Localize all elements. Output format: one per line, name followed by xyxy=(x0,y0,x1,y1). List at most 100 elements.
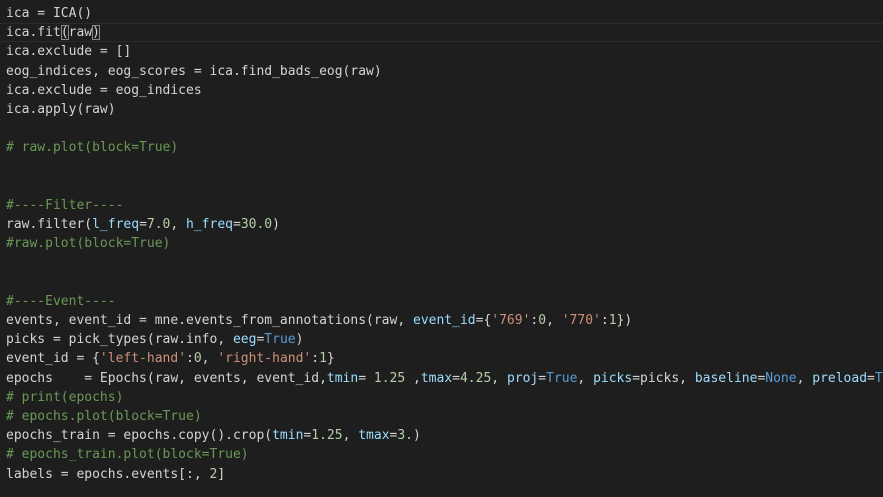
comment-text: #----Event---- xyxy=(6,293,116,309)
keyword-argument: baseline xyxy=(694,370,758,386)
keyword-argument: tmin xyxy=(326,370,359,386)
keyword-argument: tmin xyxy=(272,428,304,444)
code-text: events, event_id = mne.events_from_annot… xyxy=(6,313,413,328)
constant-literal: True xyxy=(264,332,296,348)
comment-line[interactable]: #----Event---- xyxy=(0,292,883,311)
blank-line[interactable] xyxy=(0,273,883,292)
code-text: : xyxy=(600,313,609,328)
string-literal: 'left-hand' xyxy=(99,351,187,367)
number-literal: 1 xyxy=(608,313,617,328)
code-text: }) xyxy=(616,313,633,328)
comment-line[interactable]: #----Filter---- xyxy=(0,196,883,215)
code-text: raw xyxy=(68,25,93,41)
code-text: : xyxy=(311,351,320,367)
code-line[interactable]: ica.exclude = eog_indices xyxy=(0,81,883,100)
blank-line[interactable] xyxy=(0,158,883,177)
code-line[interactable]: ica.apply(raw) xyxy=(0,100,883,119)
code-text: ica = ICA() xyxy=(6,6,93,21)
comment-line[interactable]: #raw.plot(block=True) xyxy=(0,234,883,253)
code-text: ica.exclude = [] xyxy=(6,44,132,60)
keyword-argument: eeg xyxy=(232,332,257,348)
code-text: ica.fit xyxy=(6,25,61,41)
code-text: , xyxy=(201,351,218,367)
code-line[interactable]: ica.exclude = [] xyxy=(0,42,883,61)
code-text: = xyxy=(139,217,147,233)
code-text: ica.exclude = eog_indices xyxy=(6,82,202,98)
constant-literal: None xyxy=(765,370,797,386)
code-text: , xyxy=(405,370,421,386)
code-text: = xyxy=(358,370,374,386)
code-editor[interactable]: ica = ICA() ica.fit(raw) ica.exclude = [] e… xyxy=(0,0,883,497)
code-text: ica.apply(raw) xyxy=(6,101,116,117)
comment-line[interactable]: # epochs_train.plot(block=True) xyxy=(0,445,883,464)
code-line[interactable]: event_id = {'left-hand':0, 'right-hand':… xyxy=(0,349,883,368)
code-text: = xyxy=(233,217,241,233)
matched-bracket: ) xyxy=(92,25,100,41)
code-text: raw.filter( xyxy=(6,217,93,233)
keyword-argument: proj xyxy=(506,370,539,386)
keyword-argument: picks xyxy=(593,370,633,386)
constant-literal: True xyxy=(546,370,578,386)
code-text: , xyxy=(170,217,187,233)
code-line[interactable]: labels = epochs.events[:, 2] xyxy=(0,465,883,484)
code-text: epochs_train = epochs.copy().crop( xyxy=(6,428,273,444)
keyword-argument: preload xyxy=(812,370,868,386)
blank-line[interactable] xyxy=(0,253,883,272)
number-literal: 0 xyxy=(193,351,202,367)
comment-line[interactable]: # epochs.plot(block=True) xyxy=(0,407,883,426)
number-literal: 30.0 xyxy=(240,217,273,233)
keyword-argument: event_id xyxy=(413,313,476,328)
code-text: } xyxy=(326,351,335,367)
number-literal: 1.25 xyxy=(373,370,406,386)
string-literal: 'right-hand' xyxy=(217,351,312,367)
blank-line[interactable] xyxy=(0,119,883,138)
comment-text: # raw.plot(block=True) xyxy=(6,140,179,156)
comment-text: # print(epochs) xyxy=(6,389,124,405)
comment-line[interactable]: # raw.plot(block=True) xyxy=(0,138,883,157)
code-text: = xyxy=(452,370,460,386)
string-literal: '770' xyxy=(561,313,601,328)
blank-line[interactable] xyxy=(0,177,883,196)
code-line[interactable]: epochs = Epochs(raw, events, event_id,tm… xyxy=(0,369,883,388)
constant-literal: True xyxy=(874,370,883,386)
number-literal: 7.0 xyxy=(146,217,171,233)
code-text: , xyxy=(796,370,813,386)
code-text: , xyxy=(546,313,562,328)
code-lines[interactable]: ica = ICA() ica.fit(raw) ica.exclude = [] e… xyxy=(0,4,883,484)
code-text: , xyxy=(342,428,359,444)
keyword-argument: l_freq xyxy=(92,217,140,233)
number-literal: 1.25 xyxy=(311,428,343,444)
code-text: labels = epochs.events[:, xyxy=(6,466,210,482)
comment-text: #raw.plot(block=True) xyxy=(6,236,171,252)
code-text: ) xyxy=(272,217,280,233)
code-line[interactable]: picks = pick_types(raw.info, eeg=True) xyxy=(0,330,883,349)
code-text: ] xyxy=(217,466,226,482)
keyword-argument: h_freq xyxy=(186,217,233,233)
code-text: =picks, xyxy=(632,370,695,386)
string-literal: '769' xyxy=(491,313,531,328)
code-text: , xyxy=(491,370,507,386)
number-literal: 4.25 xyxy=(459,370,492,386)
code-text: = xyxy=(538,370,547,386)
comment-line[interactable]: # print(epochs) xyxy=(0,388,883,407)
code-text: ) xyxy=(413,428,421,444)
code-line[interactable]: ica.fit(raw) xyxy=(0,23,883,43)
code-line[interactable]: eog_indices, eog_scores = ica.find_bads_… xyxy=(0,62,883,81)
comment-text: # epochs_train.plot(block=True) xyxy=(6,447,249,463)
code-text: eog_indices, eog_scores = ica.find_bads_… xyxy=(6,63,382,79)
number-literal: 3. xyxy=(397,428,414,444)
code-line[interactable]: ica = ICA() xyxy=(0,4,883,23)
keyword-argument: tmax xyxy=(358,428,390,444)
code-text: , xyxy=(577,370,594,386)
code-text: picks = pick_types(raw.info, xyxy=(6,332,233,348)
code-line[interactable]: epochs_train = epochs.copy().crop(tmin=1… xyxy=(0,426,883,445)
keyword-argument: tmax xyxy=(420,370,453,386)
code-text: = xyxy=(867,370,875,386)
code-text: epochs = Epochs(raw, events, event_id, xyxy=(6,370,327,386)
comment-text: # epochs.plot(block=True) xyxy=(6,408,202,424)
comment-text: #----Filter---- xyxy=(6,197,124,213)
number-literal: 0 xyxy=(538,313,547,328)
number-literal: 1 xyxy=(319,351,327,367)
code-line[interactable]: events, event_id = mne.events_from_annot… xyxy=(0,311,883,330)
code-line[interactable]: raw.filter(l_freq=7.0, h_freq=30.0) xyxy=(0,215,883,234)
